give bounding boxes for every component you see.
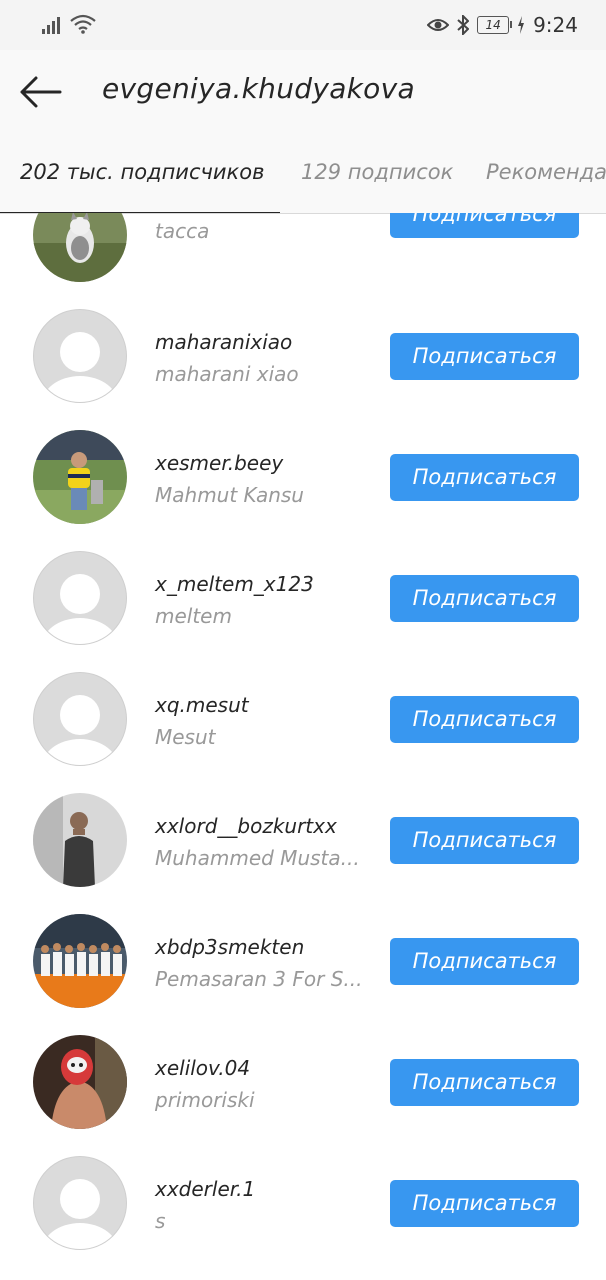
list-item[interactable]: xxderler.1 s Подписаться: [0, 1134, 606, 1255]
list-item[interactable]: maharanixiao maharani xiao Подписаться: [0, 287, 606, 408]
full-name: Mahmut Kansu: [155, 483, 304, 507]
battery-icon: 14: [477, 16, 513, 34]
username[interactable]: xesmer.beey: [155, 451, 283, 475]
follow-button[interactable]: Подписаться: [390, 1180, 579, 1227]
full-name: maharani xiao: [155, 362, 299, 386]
list-item[interactable]: xesmer.beey Mahmut Kansu Подписаться: [0, 408, 606, 529]
avatar[interactable]: [33, 793, 127, 887]
full-name: primoriski: [155, 1088, 255, 1112]
wifi-icon: [70, 14, 96, 34]
username[interactable]: xq.mesut: [155, 693, 249, 717]
status-bar: 14 9:24: [0, 0, 606, 50]
follow-button[interactable]: Подписаться: [390, 817, 579, 864]
full-name: tacca: [155, 219, 210, 243]
follow-button[interactable]: Подписаться: [390, 938, 579, 985]
avatar[interactable]: [33, 309, 127, 403]
list-item[interactable]: xbdp3smekten Pemasaran 3 For S... Подпис…: [0, 892, 606, 1013]
bluetooth-icon: [457, 15, 470, 35]
full-name: Muhammed Musta...: [155, 846, 360, 870]
tab-bar: 202 тыс. подписчиков 129 подписок Рекоме…: [0, 135, 606, 214]
avatar[interactable]: [33, 914, 127, 1008]
signal-icon: [42, 16, 60, 34]
full-name: Pemasaran 3 For S...: [155, 967, 363, 991]
tab-suggestions[interactable]: Рекомендации: [486, 160, 606, 184]
username[interactable]: xelilov.04: [155, 1056, 250, 1080]
username[interactable]: maharanixiao: [155, 330, 292, 354]
list-item[interactable]: xelilov.04 primoriski Подписаться: [0, 1013, 606, 1134]
username[interactable]: x_meltem_x123: [155, 572, 314, 596]
charging-icon: [518, 16, 525, 34]
full-name: s: [155, 1209, 166, 1233]
avatar[interactable]: [33, 213, 127, 282]
username[interactable]: xxderler.1: [155, 1177, 255, 1201]
avatar[interactable]: [33, 551, 127, 645]
avatar[interactable]: [33, 430, 127, 524]
tab-following[interactable]: 129 подписок: [301, 160, 453, 184]
avatar[interactable]: [33, 672, 127, 766]
follow-button[interactable]: Подписаться: [390, 454, 579, 501]
list-item[interactable]: xkucingkux tacca Подписаться: [0, 213, 606, 287]
username[interactable]: xbdp3smekten: [155, 935, 304, 959]
followers-list[interactable]: xkucingkux tacca Подписаться maharanixia…: [0, 213, 606, 1280]
list-item[interactable]: xxlord__bozkurtxx Muhammed Musta... Подп…: [0, 771, 606, 892]
avatar[interactable]: [33, 1035, 127, 1129]
avatar[interactable]: [33, 1156, 127, 1250]
page-title: evgeniya.khudyakova: [102, 72, 415, 105]
tab-followers[interactable]: 202 тыс. подписчиков: [20, 160, 264, 184]
clock: 9:24: [533, 13, 578, 37]
eye-icon: [427, 19, 450, 31]
follow-button[interactable]: Подписаться: [390, 575, 579, 622]
full-name: Mesut: [155, 725, 216, 749]
username[interactable]: xxlord__bozkurtxx: [155, 814, 337, 838]
list-item[interactable]: x_meltem_x123 meltem Подписаться: [0, 529, 606, 650]
full-name: meltem: [155, 604, 232, 628]
follow-button[interactable]: Подписаться: [390, 696, 579, 743]
list-item[interactable]: xq.mesut Mesut Подписаться: [0, 650, 606, 771]
back-arrow-icon[interactable]: [18, 74, 62, 110]
top-app-bar: evgeniya.khudyakova: [0, 50, 606, 135]
follow-button[interactable]: Подписаться: [390, 1059, 579, 1106]
follow-button[interactable]: Подписаться: [390, 213, 579, 238]
follow-button[interactable]: Подписаться: [390, 333, 579, 380]
